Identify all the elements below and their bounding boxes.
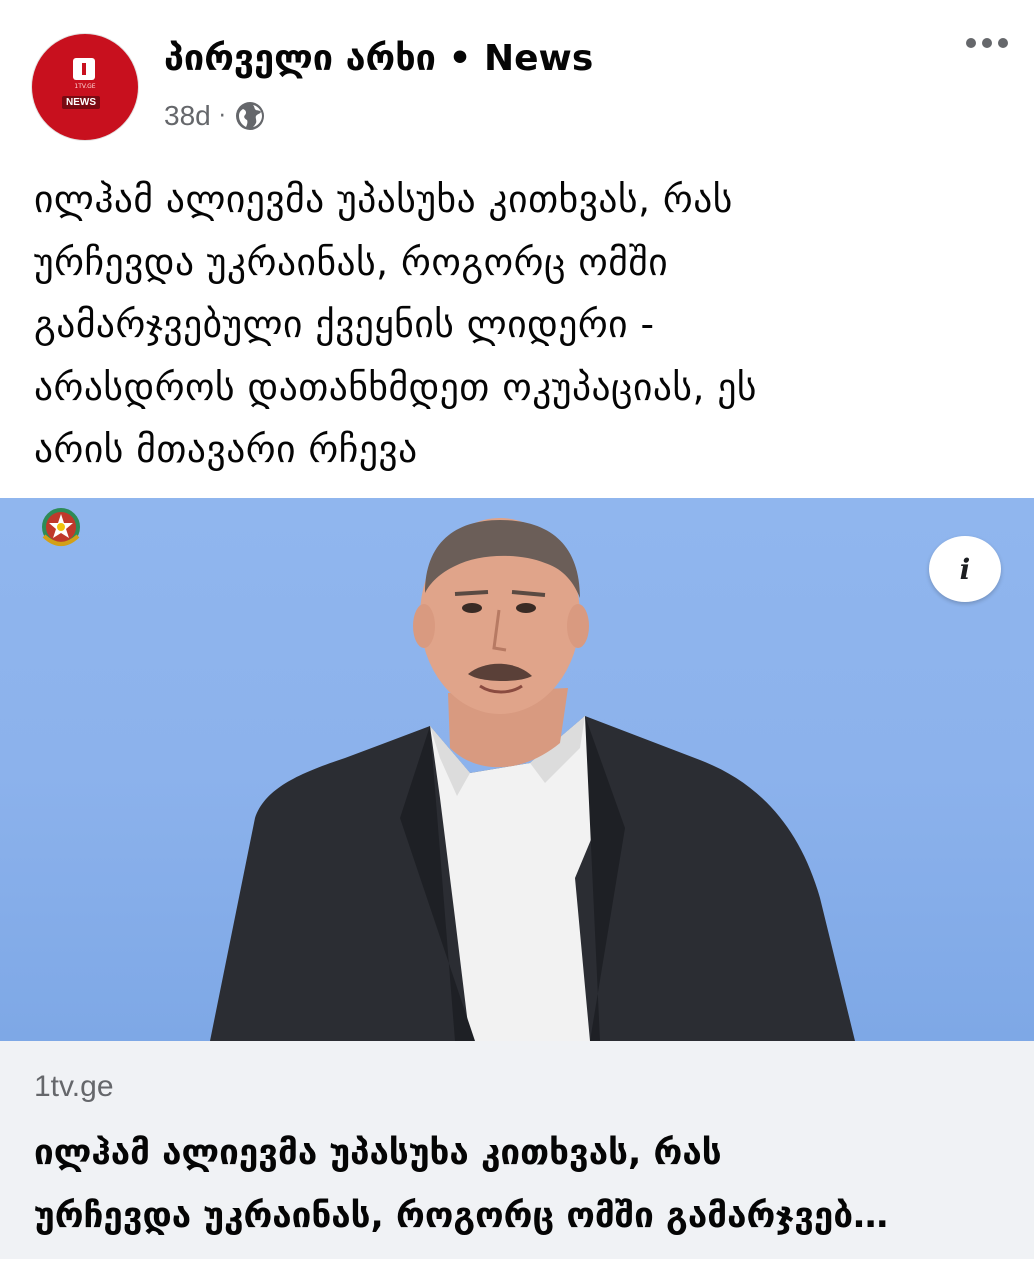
- page-avatar[interactable]: 1TV.GE NEWS: [32, 34, 138, 140]
- post-meta: 38d ·: [164, 98, 266, 134]
- post-header: 1TV.GE NEWS პირველი არხი • News 38d ·: [0, 0, 1034, 150]
- link-domain: 1tv.ge: [34, 1070, 114, 1103]
- more-options-icon[interactable]: [966, 38, 1008, 48]
- post-text: ილჰამ ალიევმა უპასუხა კითხვას, რას ურჩევ…: [34, 168, 994, 481]
- globe-icon[interactable]: [234, 100, 266, 132]
- link-title[interactable]: ილჰამ ალიევმა უპასუხა კითხვას, რას ურჩევ…: [34, 1122, 1004, 1248]
- post-text-line: ილჰამ ალიევმა უპასუხა კითხვას, რას: [34, 177, 733, 221]
- info-icon[interactable]: i: [929, 536, 1001, 602]
- link-title-line: ურჩევდა უკრაინას, როგორც ომში გამარჯვებ…: [34, 1196, 889, 1236]
- channel-logo-icon: [73, 58, 95, 80]
- meta-separator: ·: [218, 103, 226, 129]
- post-text-line: გამარჯვებული ქვეყნის ლიდერი -: [34, 302, 655, 346]
- avatar-news-label: NEWS: [62, 96, 100, 109]
- link-title-line: ილჰამ ალიევმა უპასუხა კითხვას, რას: [34, 1133, 722, 1173]
- post-photo[interactable]: [0, 498, 1034, 1041]
- page-name-link[interactable]: პირველი არხი • News: [164, 38, 593, 79]
- post-text-line: არასდროს დათანხმდეთ ოკუპაციას, ეს: [34, 364, 757, 409]
- post-text-line: არის მთავარი რჩევა: [34, 427, 418, 471]
- avatar-sublabel: 1TV.GE: [74, 83, 96, 90]
- post-text-line: ურჩევდა უკრაინას, როგორც ომში: [34, 239, 669, 284]
- post-timestamp[interactable]: 38d: [164, 100, 211, 132]
- man-in-suit-figure: [210, 518, 855, 1041]
